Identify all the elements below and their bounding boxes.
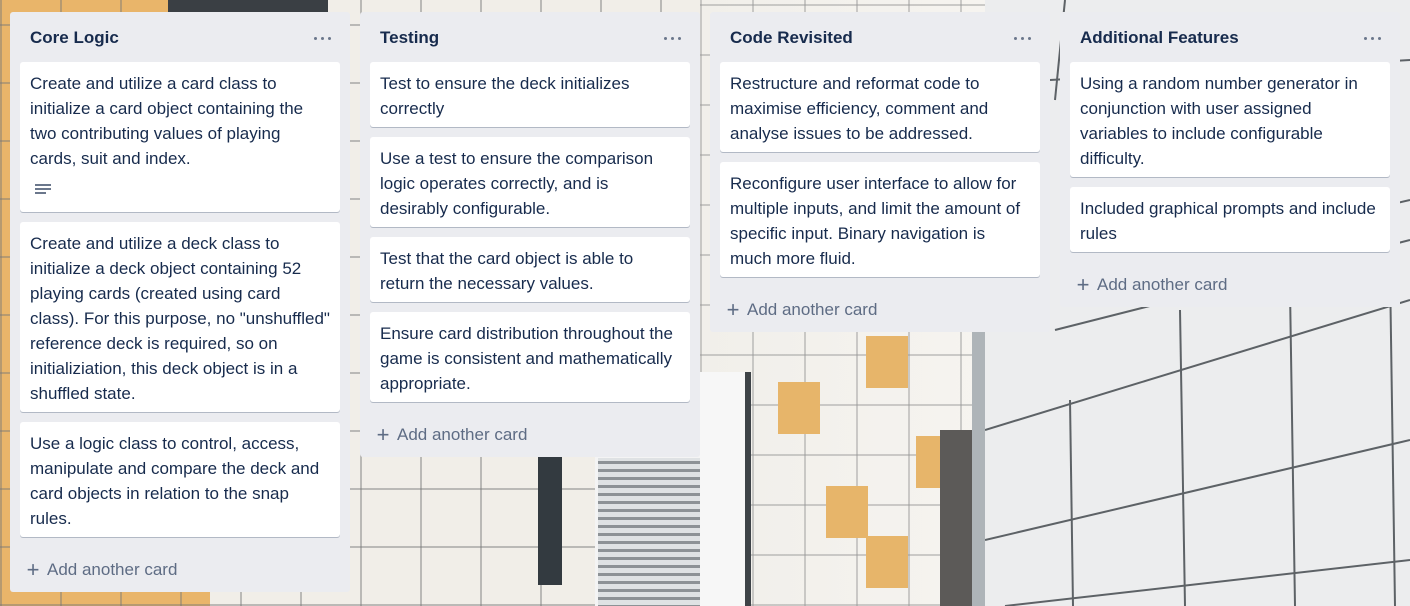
add-card-button[interactable]: + Add another card [714,296,887,324]
card[interactable]: Test to ensure the deck initializes corr… [370,62,690,127]
list-additional-features: Additional Features Using a random numbe… [1060,12,1400,307]
card-title: Test to ensure the deck initializes corr… [380,74,630,118]
card-title: Create and utilize a card class to initi… [30,74,304,168]
card-title: Reconfigure user interface to allow for … [730,174,1021,268]
list-testing: Testing Test to ensure the deck initiali… [360,12,700,457]
list-menu-icon[interactable] [662,28,686,48]
add-card-button[interactable]: + Add another card [14,556,187,584]
card[interactable]: Test that the card object is able to ret… [370,237,690,302]
add-card-button[interactable]: + Add another card [364,421,537,449]
card-title: Using a random number generator in conju… [1080,74,1358,168]
card[interactable]: Restructure and reformat code to maximis… [720,62,1040,152]
list-menu-icon[interactable] [1362,28,1386,48]
plus-icon: + [26,557,40,582]
list-code-revisited: Code Revisited Restructure and reformat … [710,12,1050,332]
card-title: Ensure card distribution throughout the … [380,324,673,393]
card-title: Use a test to ensure the comparison logi… [380,149,654,218]
add-card-label: Add another card [397,425,528,444]
list-header: Core Logic [10,12,350,60]
list-title[interactable]: Testing [380,28,439,48]
add-card-button[interactable]: + Add another card [1064,271,1237,299]
card[interactable]: Create and utilize a deck class to initi… [20,222,340,412]
list-menu-icon[interactable] [312,28,336,48]
list-title[interactable]: Code Revisited [730,28,853,48]
card-title: Included graphical prompts and include r… [1080,199,1376,243]
list-menu-icon[interactable] [1012,28,1036,48]
list-title[interactable]: Core Logic [30,28,119,48]
plus-icon: + [1076,272,1090,297]
board: Core Logic Create and utilize a card cla… [0,0,1410,606]
card-title: Test that the card object is able to ret… [380,249,634,293]
card[interactable]: Reconfigure user interface to allow for … [720,162,1040,277]
add-card-label: Add another card [47,560,178,579]
card-title: Create and utilize a deck class to initi… [30,234,330,403]
card[interactable]: Using a random number generator in conju… [1070,62,1390,177]
list-header: Code Revisited [710,12,1050,60]
card-title: Restructure and reformat code to maximis… [730,74,989,143]
card[interactable]: Use a logic class to control, access, ma… [20,422,340,537]
add-card-label: Add another card [747,300,878,319]
list-header: Testing [360,12,700,60]
card[interactable]: Ensure card distribution throughout the … [370,312,690,402]
add-card-label: Add another card [1097,275,1228,294]
plus-icon: + [376,422,390,447]
plus-icon: + [726,297,740,322]
list-title[interactable]: Additional Features [1080,28,1239,48]
list-header: Additional Features [1060,12,1400,60]
description-icon [35,184,51,196]
list-core-logic: Core Logic Create and utilize a card cla… [10,12,350,592]
card[interactable]: Included graphical prompts and include r… [1070,187,1390,252]
card[interactable]: Create and utilize a card class to initi… [20,62,340,212]
card-title: Use a logic class to control, access, ma… [30,434,320,528]
card[interactable]: Use a test to ensure the comparison logi… [370,137,690,227]
